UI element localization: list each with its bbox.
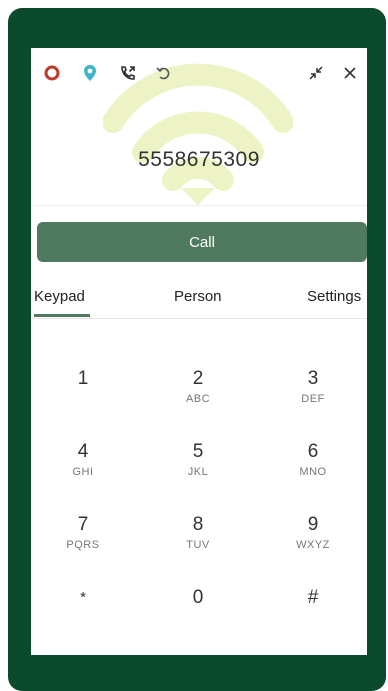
key-letters: JKL [187,466,209,478]
call-toolbar [31,62,367,86]
key-3[interactable]: 3 DEF [273,368,353,418]
key-digit: 7 [77,514,89,535]
tab-person[interactable]: Person [174,288,222,305]
key-letters: WXYZ [296,539,330,551]
tabs-divider [31,318,367,319]
undo-icon[interactable] [153,62,175,84]
key-0[interactable]: 0 [158,587,238,637]
divider [31,205,367,206]
key-digit: 8 [192,514,204,535]
tab-settings[interactable]: Settings [307,288,361,305]
key-digit: 9 [307,514,319,535]
tab-keypad[interactable]: Keypad [34,288,85,305]
key-digit: 5 [192,441,204,462]
dialed-number[interactable]: 5558675309 [31,148,367,172]
key-8[interactable]: 8 TUV [158,514,238,564]
key-star[interactable]: * [43,587,123,637]
key-digit: 1 [77,368,89,389]
key-letters: PQRS [66,539,100,551]
key-digit: * [80,589,86,606]
close-icon[interactable] [339,62,361,84]
key-letters: MNO [299,466,327,478]
key-1[interactable]: 1 [43,368,123,418]
key-7[interactable]: 7 PQRS [43,514,123,564]
call-button[interactable]: Call [37,222,367,262]
key-2[interactable]: 2 ABC [158,368,238,418]
key-letters: GHI [72,466,94,478]
key-letters: DEF [301,393,325,405]
key-digit: 0 [192,587,204,608]
key-9[interactable]: 9 WXYZ [273,514,353,564]
key-6[interactable]: 6 MNO [273,441,353,491]
location-pin-icon[interactable] [79,62,101,84]
key-digit: 6 [307,441,319,462]
record-icon[interactable] [41,62,63,84]
key-4[interactable]: 4 GHI [43,441,123,491]
key-digit: 4 [77,441,89,462]
key-hash[interactable]: # [273,587,353,637]
dialer-screen: 5558675309 Call Keypad Person Settings 1… [31,48,367,655]
active-tab-indicator [34,314,90,317]
minimize-icon[interactable] [305,62,327,84]
key-digit: 2 [192,368,204,389]
key-5[interactable]: 5 JKL [158,441,238,491]
key-letters: ABC [185,393,211,405]
call-transfer-icon[interactable] [117,62,139,84]
key-digit: 3 [307,368,319,389]
key-letters: TUV [186,539,210,551]
key-digit: # [307,587,319,608]
